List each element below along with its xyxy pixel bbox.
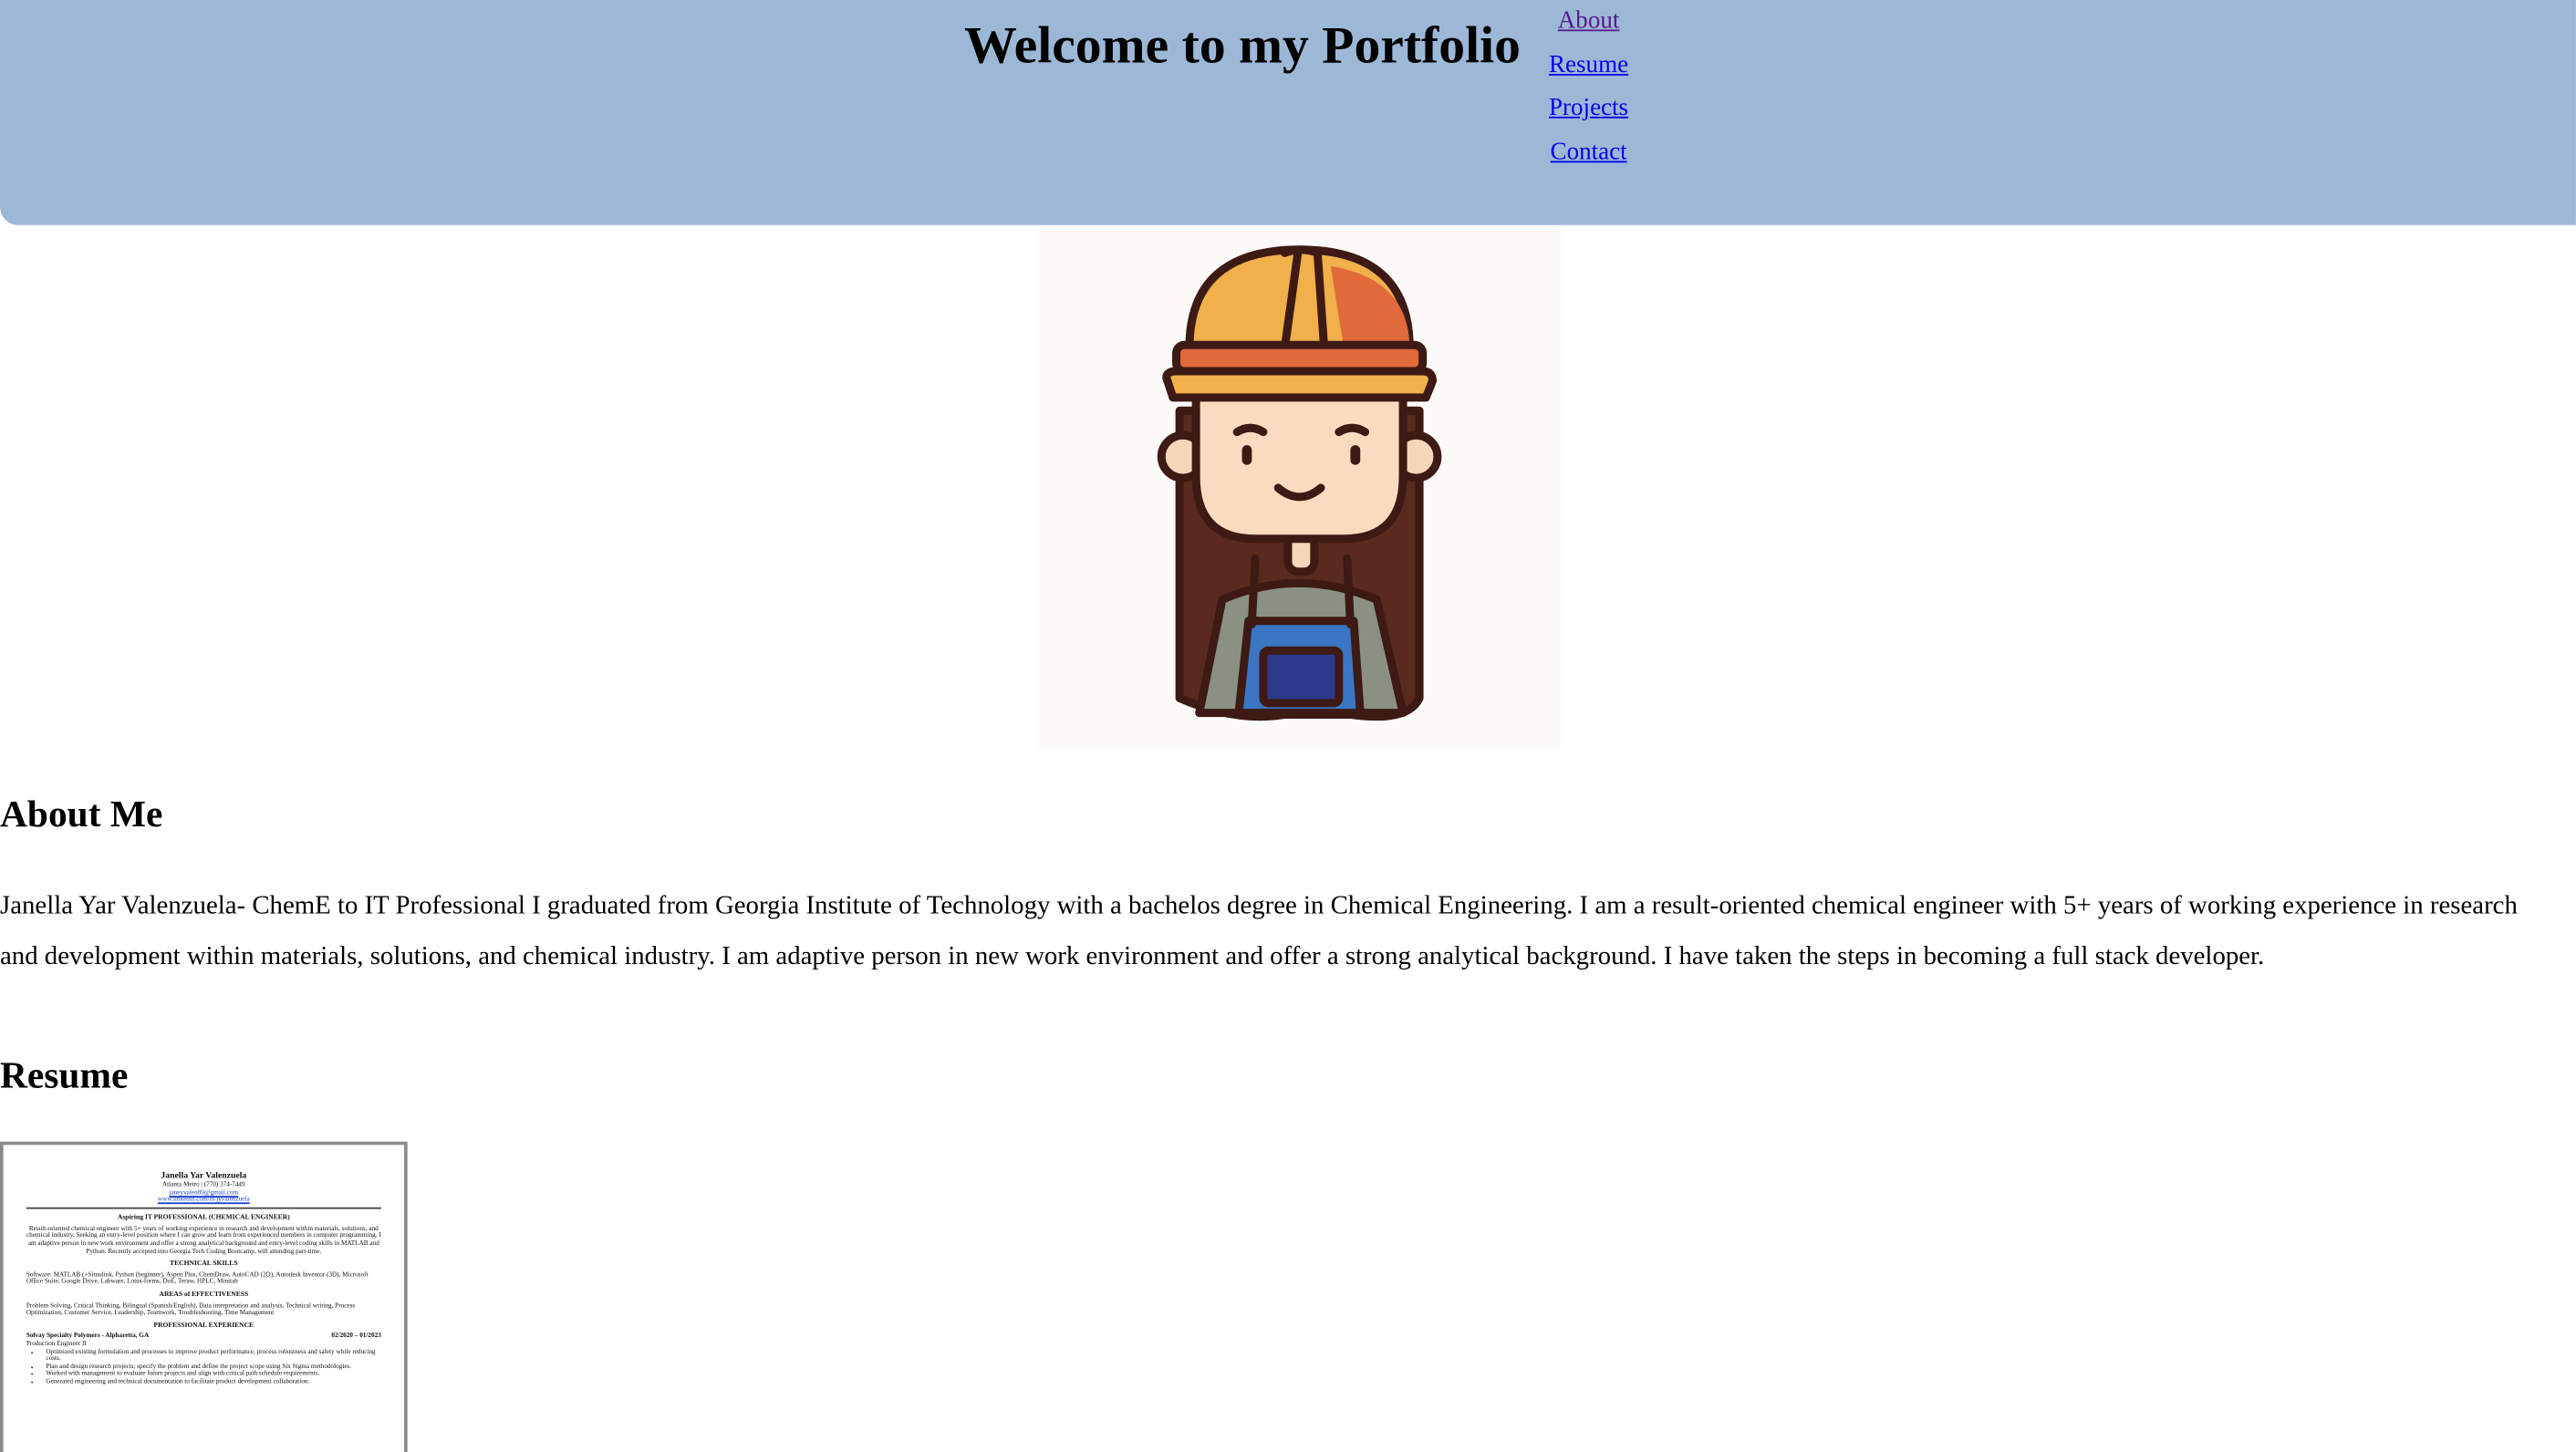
resume-bullets: Optimized existing formulation and proce… [26,1346,381,1385]
nav-link-resume[interactable]: Resume [1528,50,1649,94]
resume-document: Janella Yar Valenzuela Atlanta Metro | (… [4,1171,404,1385]
nav-link-about[interactable]: About [1528,6,1649,50]
engineer-avatar-icon [1157,245,1442,721]
resume-divider [26,1208,381,1210]
resume-headline: Aspiring IT PROFESSIONAL (CHEMICAL ENGIN… [117,1212,290,1221]
site-header: Welcome to my Portfolio About Resume Pro… [0,0,2576,225]
page: Welcome to my Portfolio About Resume Pro… [0,0,2576,1452]
resume-areas-heading: AREAS of EFFECTIVENESS [159,1289,249,1298]
avatar [1038,230,1561,750]
about-text: Janella Yar Valenzuela- ChemE to IT Prof… [0,891,2518,971]
resume-heading: Resume [0,1054,129,1096]
main-nav: About Resume Projects Contact [1528,6,1649,182]
resume-experience-heading: PROFESSIONAL EXPERIENCE [153,1320,254,1329]
resume-job-dates: 02/2020 – 01/2023 [331,1331,381,1340]
resume-thumbnail[interactable]: Janella Yar Valenzuela Atlanta Metro | (… [0,1141,408,1452]
page-title: Welcome to my Portfolio [964,15,1521,75]
resume-bullet: Optimized existing formulation and proce… [46,1346,380,1364]
resume-areas-text: Problem Solving, Critical Thinking, Bili… [26,1300,356,1316]
about-heading: About Me [0,793,163,835]
resume-linkedin: www.linkedin.com/in/jyvalenzuela [157,1194,250,1203]
resume-summary: Result-oriented chemical engineer with 5… [26,1223,381,1255]
nav-link-projects[interactable]: Projects [1528,94,1649,138]
resume-skills-heading: TECHNICAL SKILLS [170,1259,238,1268]
resume-bullet: Generated engineering and technical docu… [46,1377,380,1385]
resume-skills-text: Software: MATLAB (+Simulink, Python (beg… [26,1269,369,1286]
nav-link-contact[interactable]: Contact [1528,138,1649,182]
